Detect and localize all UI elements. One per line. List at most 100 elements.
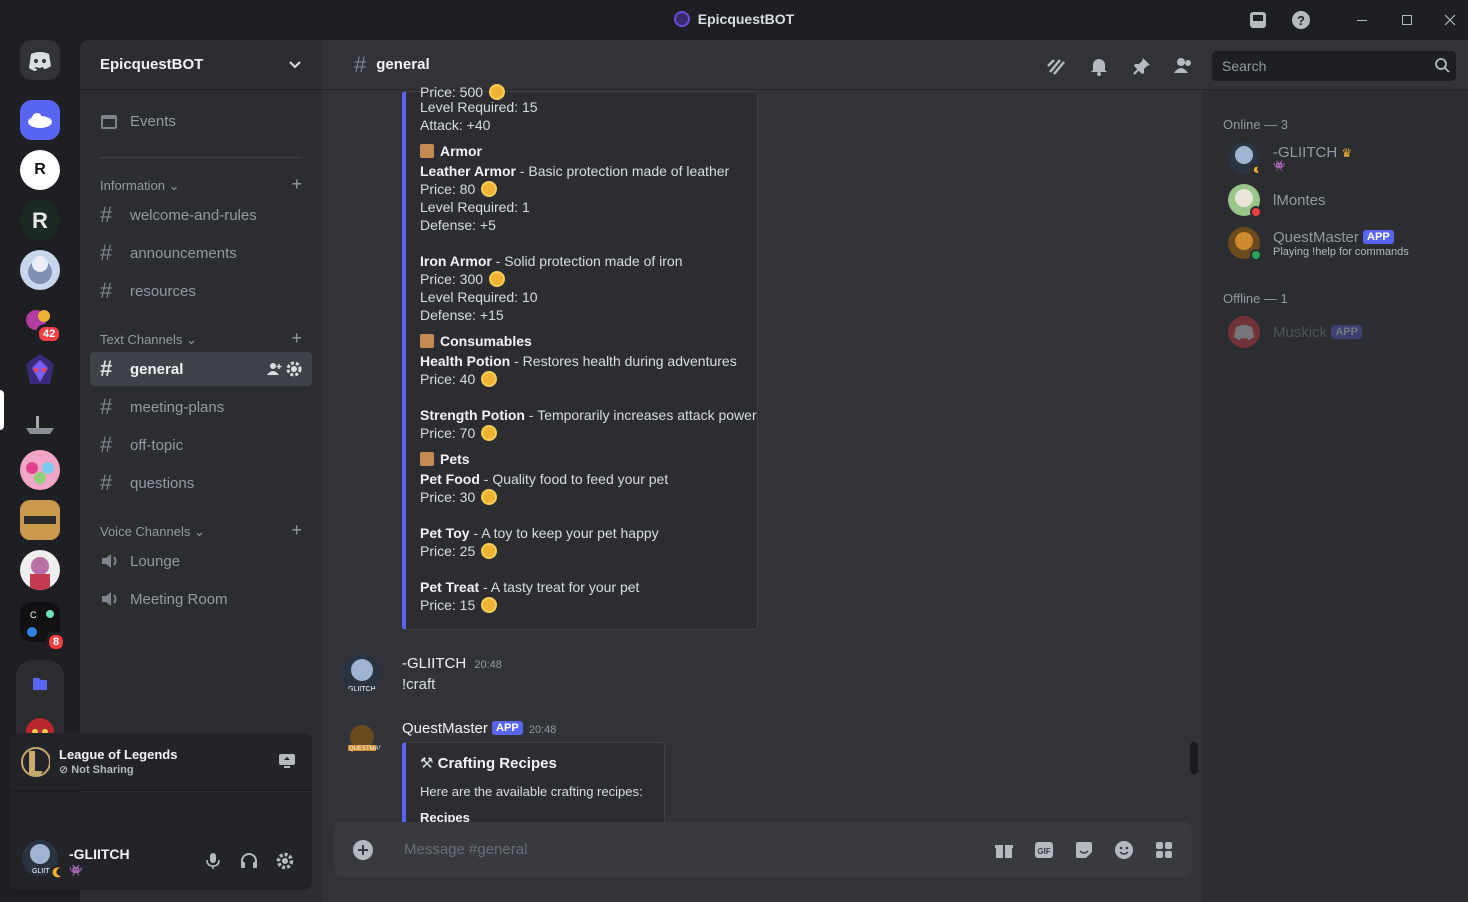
hash-icon: # [100,432,113,457]
section-consumables: Consumables [420,333,532,349]
inbox-icon[interactable] [1248,10,1268,30]
message-input[interactable]: Message #general [404,841,527,858]
voice-channel-meeting-room[interactable]: Meeting Room [90,582,312,616]
svg-text:?: ? [1297,13,1305,28]
channel-meeting-plans[interactable]: # meeting-plans [90,390,312,424]
maximize-icon[interactable] [1397,10,1417,30]
hash-icon: # [100,278,113,303]
gear-icon[interactable] [286,361,302,377]
item-price: Price: 40 [420,371,498,387]
events-item[interactable]: Events [90,104,312,138]
anime-character-server-icon[interactable] [20,550,60,590]
svg-text:C: C [30,610,37,620]
notification-bell-icon[interactable] [1089,56,1109,76]
member-lmontes[interactable]: lMontes [1228,184,1326,218]
coin-icon [481,371,498,387]
cloud-server-icon[interactable] [20,100,60,140]
channel-welcome-and-rules[interactable]: # welcome-and-rules [90,198,312,232]
dnd-status-icon [1250,206,1262,218]
embed-title: ⚒ Crafting Recipes [420,755,557,772]
community-server-icon[interactable] [20,500,60,540]
message-author[interactable]: -GLIITCH 20:48 [402,655,502,672]
channel-questions[interactable]: # questions [90,466,312,500]
member-name: -GLIITCH ♛ [1273,144,1353,161]
threads-icon[interactable] [1046,56,1066,76]
league-of-legends-icon [20,746,50,778]
svg-text:R: R [34,161,46,178]
category-text-channels[interactable]: Text Channels ⌄ + [100,329,302,348]
item-pet-food: Pet Food - Quality food to feed your pet [420,471,669,487]
add-attachment-icon[interactable] [352,839,374,861]
scrollbar[interactable] [1190,742,1198,774]
server-logo-icon [673,11,690,27]
item-defense: Defense: +15 [420,307,504,323]
category-information[interactable]: Information ⌄ + [100,175,302,194]
embed-description: Here are the available crafting recipes: [420,784,643,799]
channel-resources[interactable]: # resources [90,274,312,308]
offline-header: Offline — 1 [1223,291,1288,306]
screen-share-icon[interactable] [278,753,296,769]
cartoon-server-icon[interactable] [20,450,60,490]
pin-icon[interactable] [1132,56,1152,76]
item-price: Price: 25 [420,543,498,559]
item-pet-toy: Pet Toy - A toy to keep your pet happy [420,525,659,541]
anime-server-icon[interactable] [20,250,60,290]
item-price: Price: 15 [420,597,498,613]
revolution-server-icon[interactable]: R [20,150,60,190]
add-channel-icon[interactable]: + [291,175,302,194]
activity-game: League of Legends [59,747,178,762]
discord-home-icon[interactable] [20,40,60,80]
package-icon [420,452,434,466]
settings-icon[interactable] [276,852,294,870]
folder-icon[interactable] [20,664,60,704]
channel-off-topic[interactable]: # off-topic [90,428,312,462]
user-panel: GLIIT -GLIITCH 👾 [10,792,312,890]
mention-badge: 42 [36,324,63,344]
r-server-icon[interactable]: R [20,200,60,240]
add-channel-icon[interactable]: + [291,521,302,540]
hash-icon: # [100,202,113,227]
help-icon[interactable]: ? [1291,10,1311,30]
category-voice-channels[interactable]: Voice Channels ⌄ + [100,521,302,540]
search-icon [1434,57,1450,73]
member-list-icon[interactable] [1173,56,1193,76]
username[interactable]: -GLIITCH [69,846,130,862]
message-composer: Message #general GIF [334,822,1192,877]
member-muskick[interactable]: Muskick APP [1228,316,1362,348]
item-iron-armor: Iron Armor - Solid protection made of ir… [420,253,683,269]
voice-channel-lounge[interactable]: Lounge [90,544,312,578]
search-input[interactable]: Search [1212,51,1456,81]
app-badge: APP [1331,324,1362,339]
svg-text:R: R [32,208,48,233]
channel-announcements[interactable]: # announcements [90,236,312,270]
epicquest-server-icon[interactable] [20,350,60,390]
item-pet-treat: Pet Treat - A tasty treat for your pet [420,579,640,595]
apps-icon[interactable] [1154,840,1174,860]
questmaster-avatar[interactable]: QUESTMASTER [342,719,382,759]
member-questmaster[interactable]: QuestMaster APP Playing !help for comman… [1228,227,1409,261]
message-author[interactable]: QuestMaster APP 20:48 [402,720,556,737]
avatar[interactable]: GLIITCH [342,654,382,694]
ship-server-icon[interactable] [20,402,60,442]
channel-general[interactable]: # general [90,352,312,386]
gif-icon[interactable]: GIF [1034,840,1054,860]
member-gliitch[interactable]: -GLIITCH ♛ 👾 [1228,142,1353,176]
member-activity: Playing !help for commands [1273,245,1409,258]
svg-text:GLIITCH: GLIITCH [348,686,376,693]
emoji-icon[interactable] [1114,840,1134,860]
create-invite-icon[interactable] [266,361,282,377]
headphones-icon[interactable] [240,852,258,870]
svg-text:QUESTMASTER: QUESTMASTER [349,746,382,752]
item-price: Price: 30 [420,489,498,505]
online-status-icon [1250,249,1262,261]
guild-header[interactable]: EpicquestBOT [80,40,322,90]
add-channel-icon[interactable]: + [291,329,302,348]
microphone-icon[interactable] [204,852,222,870]
member-badge-icon: 👾 [1273,161,1286,172]
mention-badge: 8 [46,632,67,652]
close-icon[interactable] [1440,10,1460,30]
stream-off-icon: ⊘ [59,764,69,776]
minimize-icon[interactable] [1352,10,1372,30]
sticker-icon[interactable] [1074,840,1094,860]
gift-icon[interactable] [994,840,1014,860]
